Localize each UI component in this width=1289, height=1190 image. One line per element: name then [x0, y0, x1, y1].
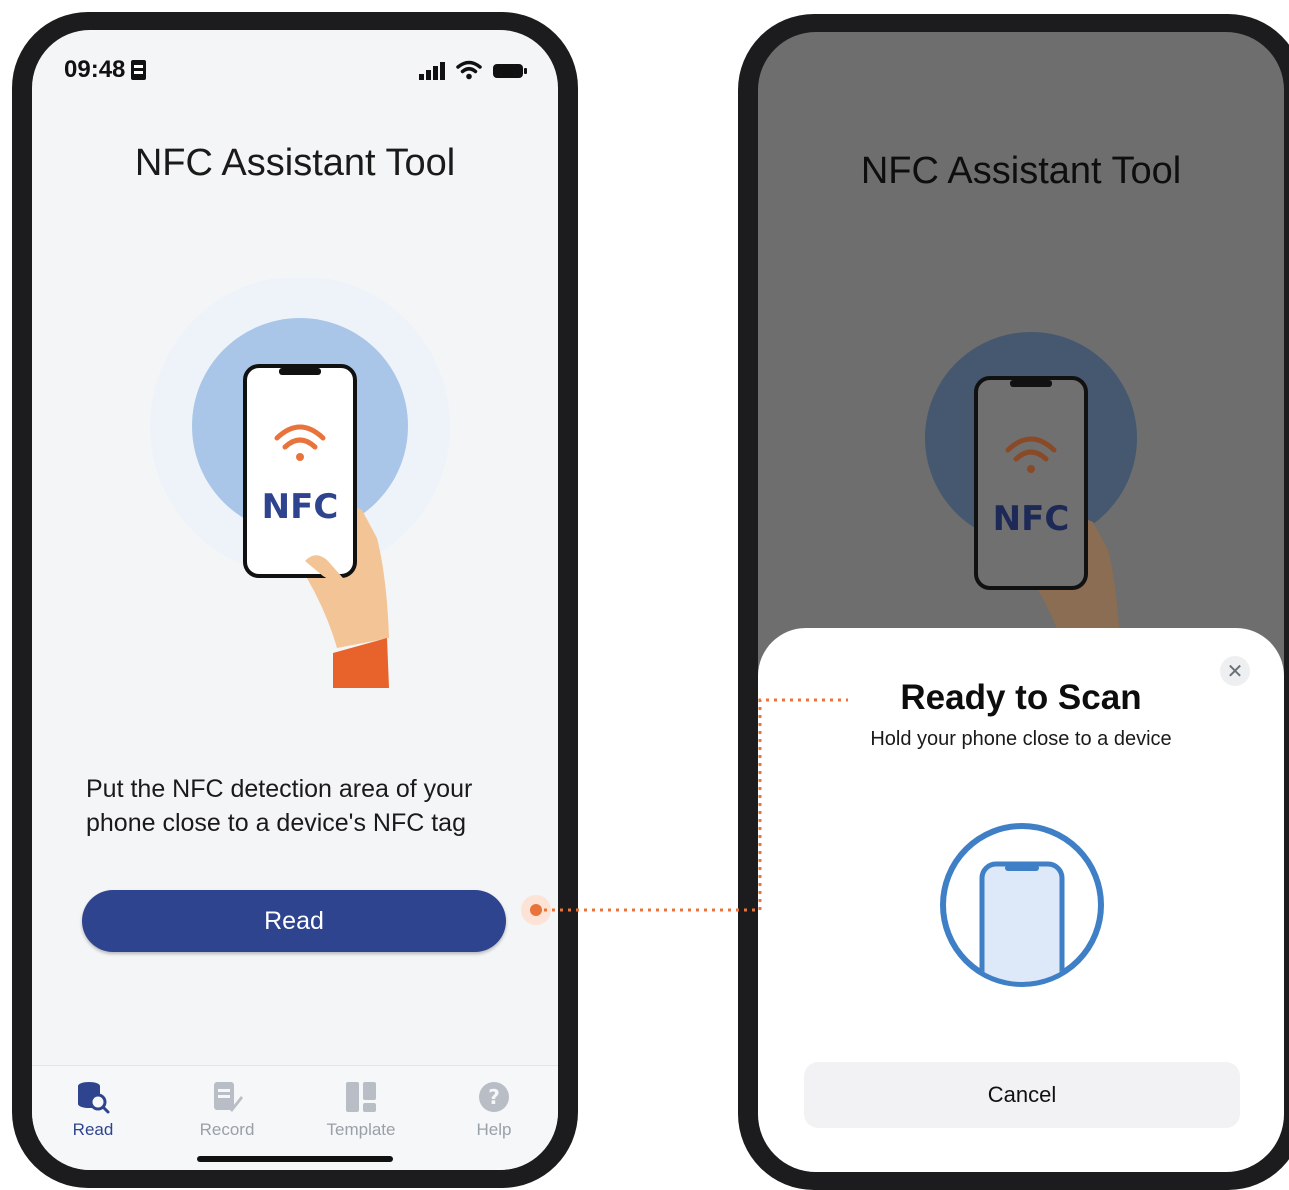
- nfc-illustration: NFC: [150, 278, 450, 688]
- tab-read-label: Read: [72, 1120, 114, 1139]
- tab-record-label: Record: [199, 1120, 255, 1139]
- svg-text:?: ?: [488, 1085, 500, 1109]
- read-database-icon: [78, 1082, 110, 1114]
- tab-record[interactable]: Record: [177, 1080, 277, 1140]
- scan-sheet: ✕ Ready to Scan Hold your phone close to…: [758, 628, 1284, 1172]
- phone-frame-right: NFC Assistant Tool NFC ✕ Ready to Scan H…: [738, 14, 1289, 1190]
- instruction-text: Put the NFC detection area of your phone…: [86, 775, 473, 837]
- template-grid-icon: [346, 1082, 376, 1112]
- sheet-subtitle: Hold your phone close to a device: [870, 728, 1172, 750]
- nfc-badge-text: NFC: [262, 487, 339, 527]
- home-indicator: [197, 1156, 393, 1162]
- status-bar-time: 09:48: [64, 56, 147, 84]
- read-button[interactable]: Read: [82, 890, 506, 952]
- tab-help-label: Help: [476, 1120, 512, 1139]
- tab-help[interactable]: ? Help: [444, 1080, 544, 1140]
- tab-template-label: Template: [326, 1120, 396, 1139]
- cancel-button[interactable]: Cancel: [804, 1062, 1240, 1128]
- tab-bar: Read Record Template ? Help: [32, 1065, 558, 1170]
- nfc-badge-text-dimmed: NFC: [993, 499, 1070, 539]
- battery-icon: [493, 64, 527, 78]
- wifi-icon: [456, 60, 482, 80]
- sheet-title: Ready to Scan: [900, 678, 1142, 717]
- scan-screen: NFC Assistant Tool NFC ✕ Ready to Scan H…: [758, 32, 1284, 1172]
- read-button-label: Read: [264, 906, 324, 935]
- help-question-icon: ?: [479, 1082, 509, 1112]
- phone-scan-icon: [940, 823, 1104, 987]
- tab-read[interactable]: Read: [43, 1080, 143, 1140]
- status-bar-icons: [418, 60, 528, 80]
- phone-frame-left: 09:48 NFC Assistant Tool NFC Put the NFC…: [12, 12, 578, 1188]
- phone-icon: [974, 376, 1088, 590]
- cancel-button-label: Cancel: [987, 1082, 1057, 1107]
- record-edit-icon: [214, 1082, 243, 1112]
- signal-icon: [419, 62, 445, 80]
- sim-card-icon: [131, 60, 147, 80]
- page-title-dimmed: NFC Assistant Tool: [860, 150, 1182, 192]
- page-title: NFC Assistant Tool: [134, 142, 456, 184]
- read-screen: 09:48 NFC Assistant Tool NFC Put the NFC…: [32, 30, 558, 1170]
- clock-time: 09:48: [64, 56, 126, 83]
- phone-icon: [243, 364, 357, 578]
- tab-template[interactable]: Template: [311, 1080, 411, 1140]
